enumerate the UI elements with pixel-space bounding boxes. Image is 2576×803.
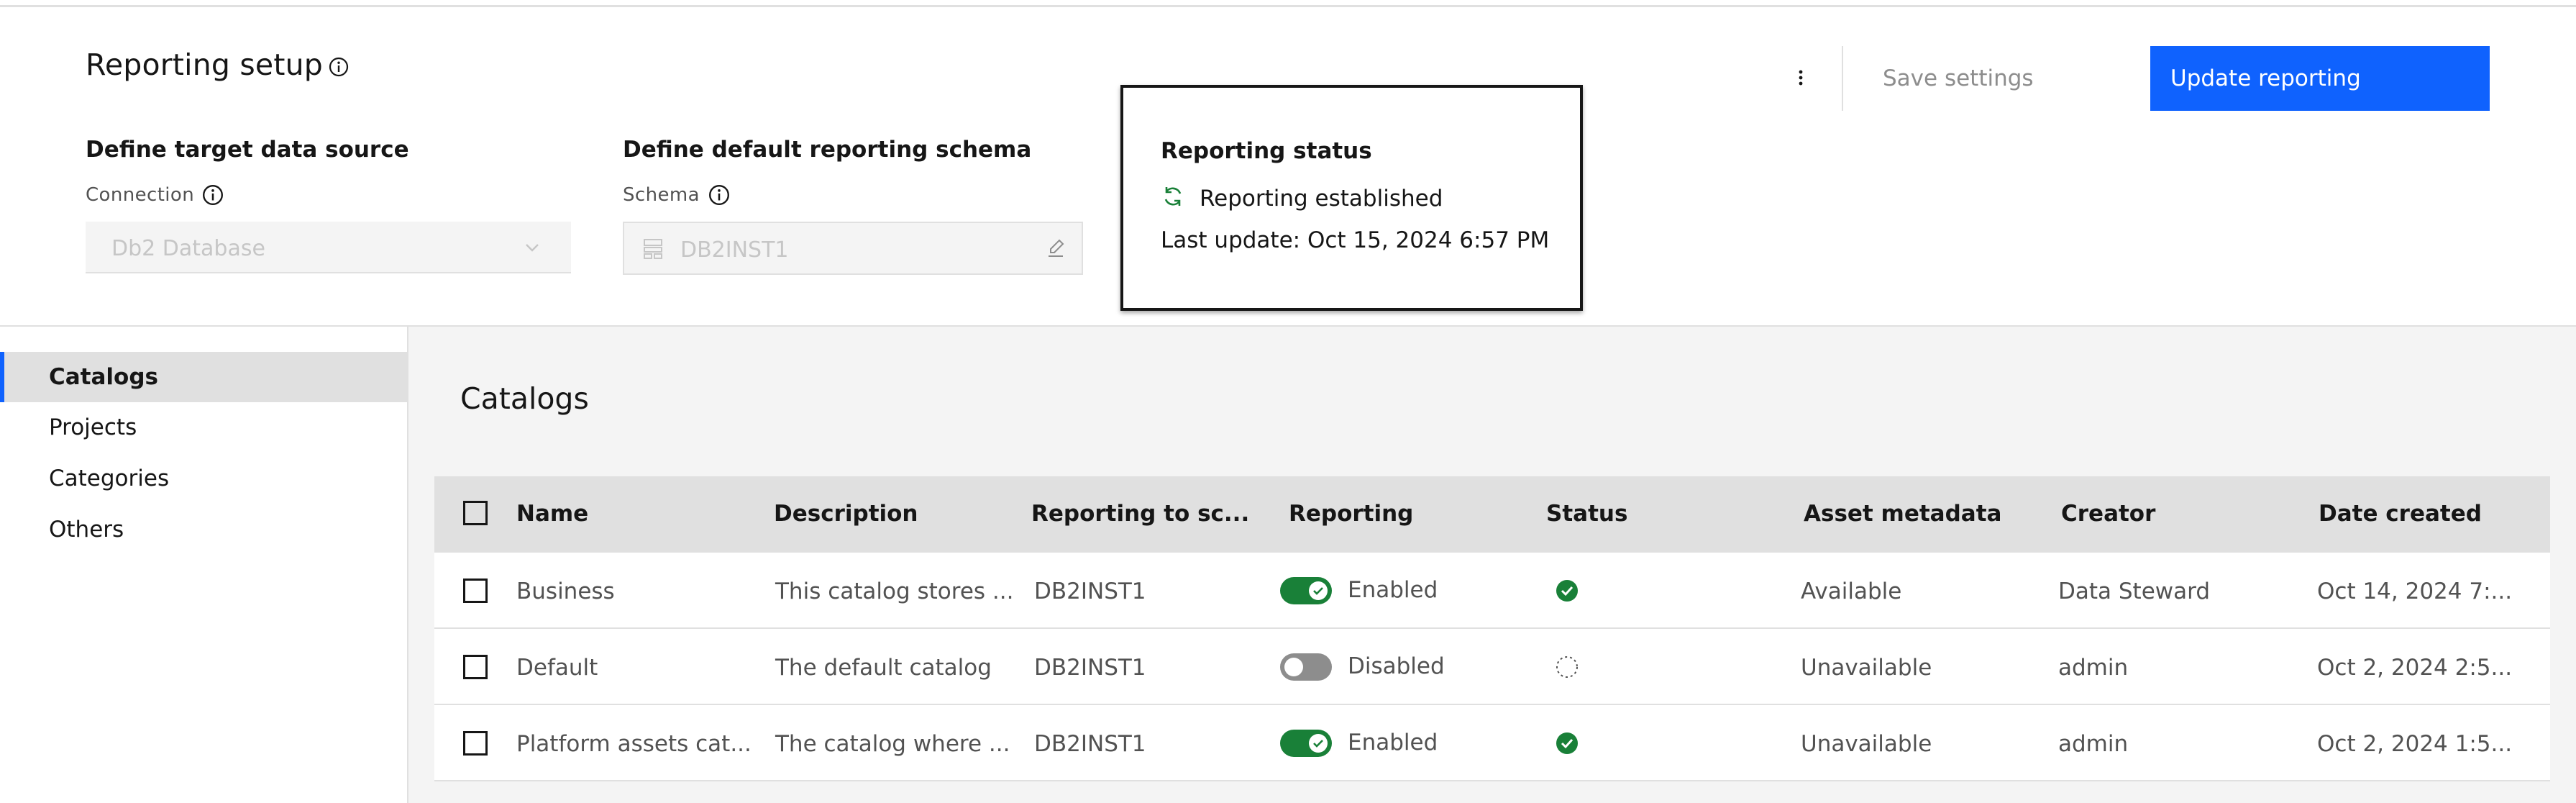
reporting-toggle-label: Enabled [1348,577,1438,603]
schema-label: Schema [623,184,700,206]
cell-creator: admin [2058,655,2129,681]
sidebar-item-categories[interactable]: Categories [0,453,407,504]
cell-date-created: Oct 2, 2024 1:5... [2317,731,2513,757]
cell-schema: DB2INST1 [1034,579,1146,604]
cell-description: This catalog stores ... [775,579,1014,604]
column-header-reporting[interactable]: Reporting [1289,501,1413,527]
cell-description: The catalog where ... [775,731,1010,757]
cell-asset-metadata: Available [1801,579,1902,604]
table-header: Name Description Reporting to sc... Repo… [434,476,2550,553]
schema-value: DB2INST1 [680,237,789,263]
header-divider [1842,46,1843,111]
cell-asset-metadata: Unavailable [1801,731,1932,757]
update-reporting-button[interactable]: Update reporting [2150,46,2490,111]
info-icon[interactable] [328,56,350,81]
reporting-toggle[interactable] [1280,577,1332,604]
column-header-date-created[interactable]: Date created [2319,501,2482,527]
schema-icon [641,237,664,263]
cell-creator: Data Steward [2058,579,2211,604]
sync-icon [1161,184,1185,212]
reporting-toggle[interactable] [1280,730,1332,757]
checkmark-filled-icon [1555,579,1579,606]
table-row[interactable]: Platform assets cat... The catalog where… [434,705,2550,781]
sidebar: Catalogs Projects Categories Others [0,327,408,803]
cell-date-created: Oct 14, 2024 7:... [2317,579,2513,604]
column-header-schema[interactable]: Reporting to sc... [1031,501,1249,527]
table-row[interactable]: Default The default catalog DB2INST1 Dis… [434,629,2550,705]
column-header-name[interactable]: Name [516,501,588,527]
cell-schema: DB2INST1 [1034,655,1146,681]
cell-description: The default catalog [775,655,992,681]
cell-schema: DB2INST1 [1034,731,1146,757]
connection-select[interactable]: Db2 Database [86,222,571,273]
reporting-status-heading: Reporting status [1161,138,1372,164]
chevron-down-icon [522,237,542,260]
cell-name: Business [516,579,615,604]
schema-field[interactable]: DB2INST1 [623,222,1083,275]
cell-name: Platform assets cat... [516,731,752,757]
reporting-toggle[interactable] [1280,653,1332,681]
connection-label: Connection [86,184,195,206]
connection-select-value: Db2 Database [111,236,265,261]
cell-name: Default [516,655,598,681]
connection-info-icon[interactable] [201,183,224,209]
table-row[interactable]: Business This catalog stores ... DB2INST… [434,553,2550,629]
checkmark-filled-icon [1555,731,1579,758]
reporting-status-card: Reporting status Reporting established L… [1120,85,1583,311]
sidebar-item-others[interactable]: Others [0,504,407,555]
page-title: Reporting setup [86,47,324,82]
column-header-status[interactable]: Status [1546,501,1627,527]
column-header-description[interactable]: Description [774,501,918,527]
column-header-creator[interactable]: Creator [2061,501,2155,527]
cell-creator: admin [2058,731,2129,757]
edit-icon[interactable] [1044,237,1067,263]
reporting-status-state: Reporting established [1200,186,1443,212]
last-update-text: Last update: Oct 15, 2024 6:57 PM [1161,227,1550,253]
section-title: Catalogs [460,381,589,416]
select-all-checkbox[interactable] [463,501,488,525]
row-checkbox[interactable] [463,579,488,603]
target-source-heading: Define target data source [86,137,409,163]
save-settings-button[interactable]: Save settings [1864,46,2044,111]
pending-dashed-circle-icon [1555,655,1579,682]
schema-heading: Define default reporting schema [623,137,1032,163]
column-header-asset-metadata[interactable]: Asset metadata [1804,501,2001,527]
reporting-toggle-label: Enabled [1348,730,1438,756]
schema-info-icon[interactable] [708,183,731,209]
reporting-toggle-label: Disabled [1348,653,1445,679]
sidebar-item-projects[interactable]: Projects [0,402,407,453]
cell-date-created: Oct 2, 2024 2:5... [2317,655,2513,681]
row-checkbox[interactable] [463,731,488,756]
cell-asset-metadata: Unavailable [1801,655,1932,681]
sidebar-item-catalogs[interactable]: Catalogs [0,352,407,402]
main-content: Catalogs Name Description Reporting to s… [408,327,2576,803]
top-border [0,0,2576,7]
overflow-menu-icon[interactable] [1788,65,1814,91]
row-checkbox[interactable] [463,655,488,679]
